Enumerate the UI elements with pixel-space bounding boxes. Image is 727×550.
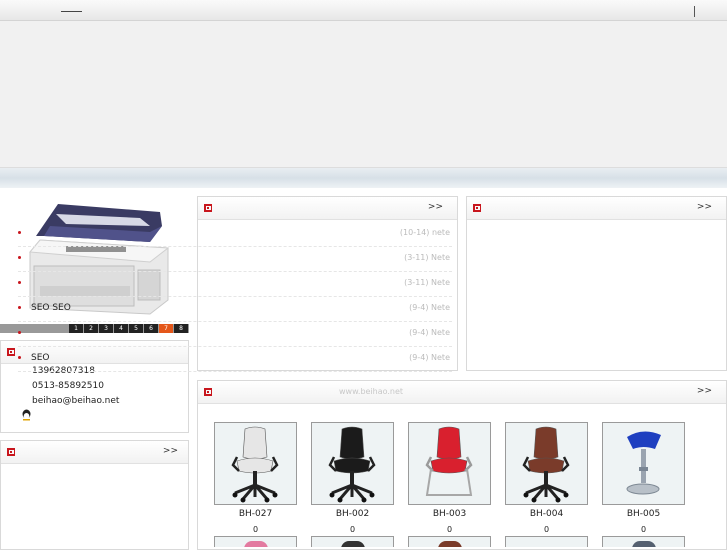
product-count: 0 (349, 525, 356, 534)
banner-area (0, 21, 727, 168)
product-name[interactable]: BH-005 (602, 509, 685, 519)
left-lower-panel: >> (0, 440, 189, 550)
products-panel-header: www.beihao.net >> (198, 381, 726, 404)
news-date: (9-4) Nete (409, 353, 450, 362)
right-more-link[interactable]: >> (697, 202, 712, 212)
bullet-icon (18, 281, 21, 284)
product-image-next-row[interactable] (408, 536, 491, 547)
product-count: 0 (446, 525, 453, 534)
news-date: (9-4) Nete (409, 303, 450, 312)
top-link-underline[interactable] (61, 11, 82, 12)
top-bar (0, 0, 727, 21)
product-card[interactable]: BH-004 0 (505, 422, 588, 534)
section-icon (7, 348, 15, 356)
news-more-link[interactable]: >> (428, 202, 443, 212)
news-date: (3-11) Nete (404, 253, 450, 262)
product-image-next-row[interactable] (602, 536, 685, 547)
product-name[interactable]: BH-002 (311, 509, 394, 519)
product-count: 0 (543, 525, 550, 534)
section-icon (473, 204, 481, 212)
news-item[interactable]: (9-4) Nete (18, 322, 452, 347)
product-name[interactable]: BH-004 (505, 509, 588, 519)
news-title[interactable]: SEO (31, 353, 49, 363)
product-image[interactable] (602, 422, 685, 505)
contact-tel: 0513-85892510 (32, 381, 104, 391)
product-image-next-row[interactable] (214, 536, 297, 547)
product-image-next-row[interactable] (311, 536, 394, 547)
product-name[interactable]: BH-003 (408, 509, 491, 519)
qq-icon[interactable] (21, 409, 32, 421)
product-card[interactable]: BH-003 0 (408, 422, 491, 534)
news-item[interactable]: SEO (9-4) Nete (18, 347, 452, 372)
news-title[interactable]: SEO SEO (31, 303, 71, 313)
news-item[interactable]: (10-14) nete (18, 222, 452, 247)
product-name[interactable]: BH-027 (214, 509, 297, 519)
product-card[interactable]: BH-027 0 (214, 422, 297, 534)
right-panel-header: >> (467, 197, 726, 220)
product-card[interactable]: BH-005 0 (602, 422, 685, 534)
bullet-icon (18, 256, 21, 259)
bullet-icon (18, 331, 21, 334)
contact-email[interactable]: beihao@beihao.net (32, 396, 119, 406)
product-image[interactable] (214, 422, 297, 505)
products-watermark: www.beihao.net (339, 387, 404, 396)
product-count: 0 (252, 525, 259, 534)
products-more-link[interactable]: >> (697, 386, 712, 396)
news-item[interactable]: (3-11) Nete (18, 272, 452, 297)
product-count: 0 (640, 525, 647, 534)
bullet-icon (18, 356, 21, 359)
news-panel-header: >> (198, 197, 457, 220)
bullet-icon (18, 231, 21, 234)
section-icon (7, 448, 15, 456)
section-icon (204, 204, 212, 212)
news-item[interactable]: SEO SEO (9-4) Nete (18, 297, 452, 322)
product-image[interactable] (408, 422, 491, 505)
bullet-icon (18, 306, 21, 309)
left-more-link[interactable]: >> (163, 446, 178, 456)
news-date: (3-11) Nete (404, 278, 450, 287)
news-item[interactable]: (3-11) Nete (18, 247, 452, 272)
product-image-next-row[interactable] (505, 536, 588, 547)
right-panel: >> (466, 196, 727, 371)
top-divider (694, 6, 695, 17)
product-image[interactable] (505, 422, 588, 505)
product-image[interactable] (311, 422, 394, 505)
nav-band (0, 168, 727, 188)
product-card[interactable]: BH-002 0 (311, 422, 394, 534)
left-lower-header: >> (1, 441, 188, 464)
section-icon (204, 388, 212, 396)
news-date: (10-14) nete (399, 228, 450, 237)
news-date: (9-4) Nete (409, 328, 450, 337)
